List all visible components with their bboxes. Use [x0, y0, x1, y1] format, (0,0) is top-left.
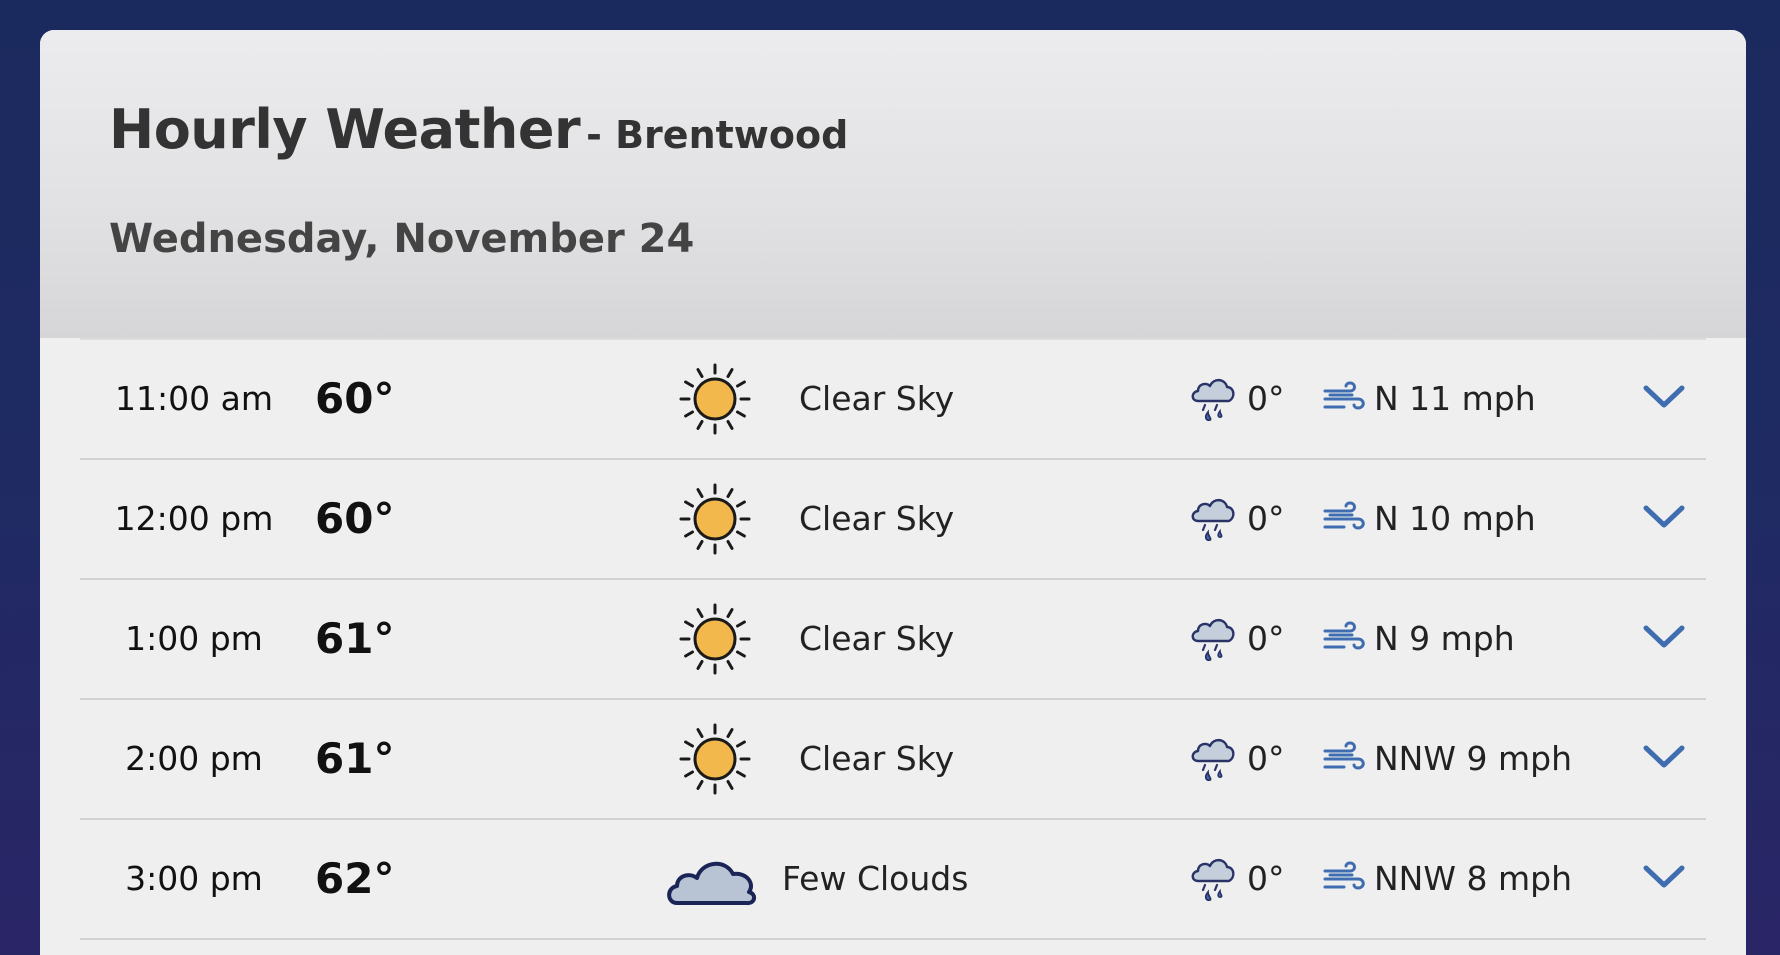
precipitation-icon [1188, 820, 1238, 938]
hour-time: 12:00 pm [114, 499, 274, 538]
hourly-weather-card: Hourly Weather - Brentwood Wednesday, Nov… [40, 30, 1746, 955]
sun-icon [675, 340, 755, 458]
wind-icon [1322, 340, 1368, 458]
condition-label: Clear Sky [799, 739, 955, 778]
hour-temperature: 61° [315, 614, 395, 663]
hour-temperature: 61° [315, 734, 395, 783]
expand-row-button[interactable] [1640, 340, 1688, 458]
wind-value: N 11 mph [1374, 379, 1536, 418]
hour-temperature: 60° [315, 374, 395, 423]
precipitation-value: 0° [1247, 619, 1285, 658]
precipitation-value: 0° [1247, 739, 1285, 778]
hour-time: 3:00 pm [125, 859, 263, 898]
hour-time: 11:00 am [115, 379, 273, 418]
date-heading: Wednesday, November 24 [109, 216, 695, 262]
wind-value: NNW 8 mph [1374, 859, 1572, 898]
hourly-row[interactable]: 12:00 pm 60° Clear Sky 0° N 10 mph [80, 460, 1706, 580]
expand-row-button[interactable] [1640, 700, 1688, 818]
wind-icon [1322, 700, 1368, 818]
cloud-icon [663, 820, 759, 938]
hour-time: 1:00 pm [125, 619, 263, 658]
wind-value: NNW 9 mph [1374, 739, 1572, 778]
chevron-down-icon [1642, 623, 1686, 655]
condition-label: Clear Sky [799, 619, 955, 658]
hour-temperature: 62° [315, 854, 395, 903]
hourly-list: 11:00 am 60° Clear Sky 0° N 11 mph 12:00 pm 60… [80, 338, 1706, 940]
expand-row-button[interactable] [1640, 820, 1688, 938]
sun-icon [675, 700, 755, 818]
precipitation-icon [1188, 460, 1238, 578]
hour-time: 2:00 pm [125, 739, 263, 778]
condition-label: Few Clouds [782, 859, 969, 898]
chevron-down-icon [1642, 863, 1686, 895]
location-label: - Brentwood [586, 113, 849, 157]
wind-icon [1322, 580, 1368, 698]
wind-value: N 10 mph [1374, 499, 1536, 538]
precipitation-icon [1188, 580, 1238, 698]
precipitation-icon [1188, 340, 1238, 458]
chevron-down-icon [1642, 503, 1686, 535]
precipitation-value: 0° [1247, 859, 1285, 898]
hourly-row[interactable]: 2:00 pm 61° Clear Sky 0° NNW 9 mph [80, 700, 1706, 820]
chevron-down-icon [1642, 743, 1686, 775]
hourly-row[interactable]: 3:00 pm 62° Few Clouds 0° NNW 8 mph [80, 820, 1706, 940]
hourly-row[interactable]: 11:00 am 60° Clear Sky 0° N 11 mph [80, 340, 1706, 460]
page-title: Hourly Weather - Brentwood [109, 98, 848, 161]
sun-icon [675, 460, 755, 578]
expand-row-button[interactable] [1640, 580, 1688, 698]
wind-icon [1322, 460, 1368, 578]
hour-temperature: 60° [315, 494, 395, 543]
precipitation-value: 0° [1247, 499, 1285, 538]
condition-label: Clear Sky [799, 499, 955, 538]
sun-icon [675, 580, 755, 698]
precipitation-value: 0° [1247, 379, 1285, 418]
wind-icon [1322, 820, 1368, 938]
title-main: Hourly Weather [109, 98, 581, 161]
precipitation-icon [1188, 700, 1238, 818]
card-header: Hourly Weather - Brentwood Wednesday, Nov… [40, 30, 1746, 338]
expand-row-button[interactable] [1640, 460, 1688, 578]
condition-label: Clear Sky [799, 379, 955, 418]
wind-value: N 9 mph [1374, 619, 1515, 658]
hourly-row[interactable]: 1:00 pm 61° Clear Sky 0° N 9 mph [80, 580, 1706, 700]
chevron-down-icon [1642, 383, 1686, 415]
